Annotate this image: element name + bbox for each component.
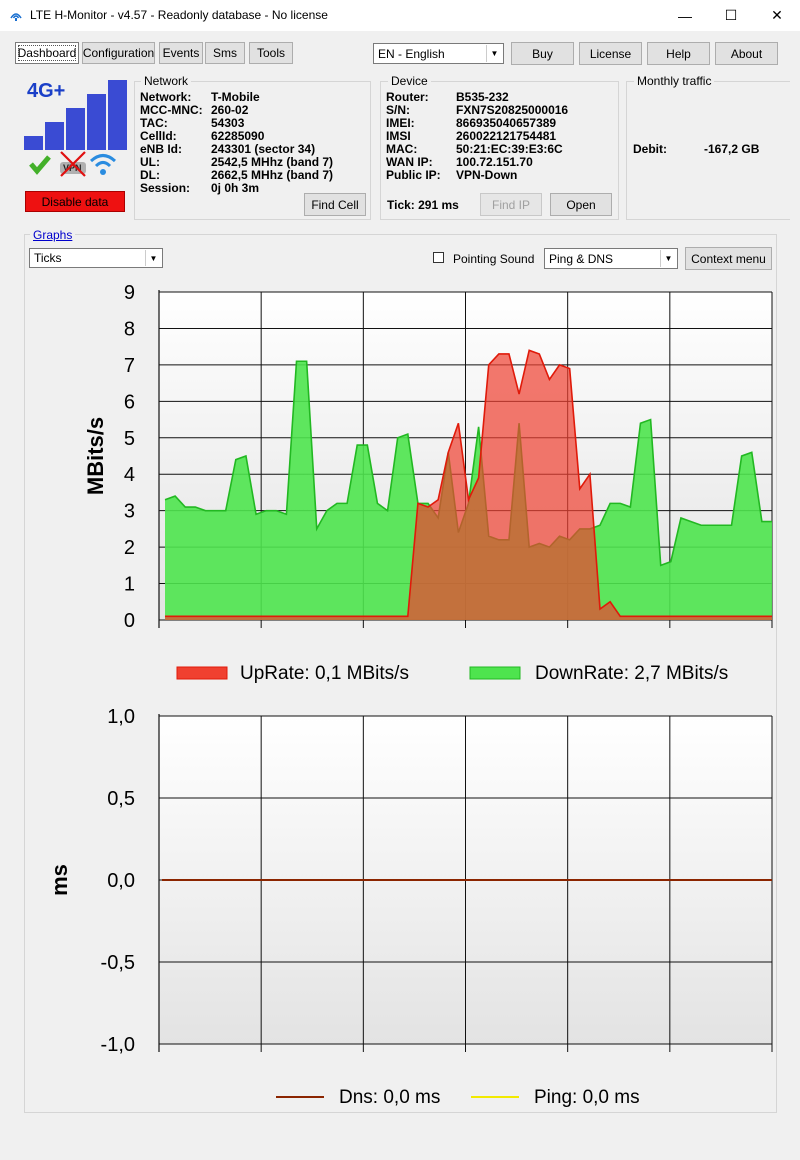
network-key: UL: — [140, 155, 160, 169]
ping-dns-chart: -1,0 -0,5 0,0 0,5 1,0 ms Dns: 0,0 ms Ping: 0,0 … — [47, 706, 773, 1108]
device-key: Public IP: — [386, 168, 441, 182]
license-button[interactable]: License — [579, 42, 642, 65]
y-axis-label: MBits/s — [83, 417, 108, 495]
y-tick-label: 6 — [124, 391, 135, 413]
close-button[interactable]: ✕ — [754, 0, 800, 31]
device-key: MAC: — [386, 142, 418, 156]
network-key: TAC: — [140, 116, 168, 130]
close-icon: ✕ — [771, 7, 783, 23]
window-title: LTE H-Monitor - v4.57 - Readonly databas… — [30, 8, 328, 22]
check-icon — [29, 155, 51, 175]
tab-events[interactable]: Events — [159, 42, 203, 64]
maximize-icon: ☐ — [724, 7, 738, 23]
traffic-chart: 0 1 2 3 4 5 6 7 8 9 MBits/s UpRate: 0,1 MBits/s Down… — [83, 282, 773, 684]
legend-downrate: DownRate: 2,7 MBits/s — [535, 663, 728, 684]
debit-label: Debit: — [633, 142, 667, 156]
about-button[interactable]: About — [715, 42, 778, 65]
y-tick-label: 9 — [124, 282, 135, 304]
device-value: VPN-Down — [456, 168, 518, 182]
disable-data-button[interactable]: Disable data — [25, 191, 125, 212]
pointing-sound-checkbox[interactable] — [433, 252, 444, 263]
network-value: 0j 0h 3m — [211, 181, 260, 195]
y-tick-label: 8 — [124, 318, 135, 340]
wifi-icon — [89, 154, 117, 175]
title-bar: LTE H-Monitor - v4.57 - Readonly databas… — [0, 0, 800, 31]
y-tick-label: 4 — [124, 464, 135, 486]
network-group-label: Network — [141, 74, 192, 88]
y-tick-label: 5 — [124, 428, 135, 450]
tab-sms[interactable]: Sms — [205, 42, 245, 64]
signal-bar — [45, 122, 64, 150]
signal-bar — [24, 136, 43, 150]
y-tick-label: 2 — [124, 537, 135, 559]
signal-bar — [66, 108, 85, 150]
help-button[interactable]: Help — [647, 42, 710, 65]
device-group-label: Device — [388, 74, 431, 88]
device-row: Public IP: VPN-Down — [386, 168, 517, 182]
chevron-down-icon: ▼ — [486, 45, 502, 62]
app-icon — [10, 13, 22, 21]
network-key: Network: — [140, 90, 192, 104]
legend-dns: Dns: 0,0 ms — [339, 1087, 440, 1108]
signal-bars-icon — [24, 80, 127, 150]
device-key: IMSI — [386, 129, 411, 143]
context-menu-button[interactable]: Context menu — [685, 247, 772, 270]
minimize-icon: — — [678, 7, 692, 24]
network-key: eNB Id: — [140, 142, 182, 156]
y-tick-label: 7 — [124, 355, 135, 377]
ticks-select-value: Ticks — [34, 251, 62, 265]
network-key: DL: — [140, 168, 160, 182]
y-tick-label: -1,0 — [101, 1034, 135, 1056]
network-key: Session: — [140, 181, 191, 195]
find-ip-button[interactable]: Find IP — [480, 193, 542, 216]
ping-dns-select-value: Ping & DNS — [549, 251, 614, 266]
language-select[interactable]: EN - English ▼ — [373, 43, 504, 64]
legend-swatch-downrate — [469, 666, 521, 680]
legend-swatch-uprate — [176, 666, 228, 680]
vpn-disabled-cross-icon — [60, 151, 86, 177]
device-key: Router: — [386, 90, 429, 104]
signal-bar — [87, 94, 106, 150]
debit-value: -167,2 GB — [704, 142, 760, 156]
y-tick-label: 0,5 — [107, 788, 135, 810]
tab-configuration[interactable]: Configuration — [82, 42, 155, 64]
y-tick-label: 0,0 — [107, 870, 135, 892]
vpn-icon: VPN — [58, 150, 88, 178]
y-tick-label: 0 — [124, 610, 135, 632]
chevron-down-icon: ▼ — [660, 250, 676, 267]
network-key: CellId: — [140, 129, 177, 143]
language-value: EN - English — [378, 46, 445, 61]
signal-bar — [108, 80, 127, 150]
y-tick-label: 1,0 — [107, 706, 135, 728]
device-key: IMEI: — [386, 116, 415, 130]
device-key: S/N: — [386, 103, 410, 117]
minimize-button[interactable]: — — [662, 0, 708, 31]
network-row: Session: 0j 0h 3m — [140, 181, 259, 195]
tab-tools[interactable]: Tools — [249, 42, 293, 64]
open-button[interactable]: Open — [550, 193, 612, 216]
network-key: MCC-MNC: — [140, 103, 203, 117]
pointing-sound-label: Pointing Sound — [453, 252, 535, 266]
y-tick-label: -0,5 — [101, 952, 135, 974]
y-axis-label: ms — [47, 864, 72, 896]
y-tick-label: 1 — [124, 574, 135, 596]
maximize-button[interactable]: ☐ — [708, 0, 754, 31]
ping-dns-select[interactable]: Ping & DNS ▼ — [544, 248, 678, 269]
legend-ping: Ping: 0,0 ms — [534, 1087, 640, 1108]
tick-label: Tick: 291 ms — [387, 198, 459, 212]
traffic-group-label: Monthly traffic — [634, 74, 715, 88]
device-key: WAN IP: — [386, 155, 433, 169]
find-cell-button[interactable]: Find Cell — [304, 193, 366, 216]
ticks-select[interactable]: Ticks ▼ — [29, 248, 163, 268]
tab-dashboard[interactable]: Dashboard — [15, 42, 79, 64]
legend-uprate: UpRate: 0,1 MBits/s — [240, 663, 409, 684]
graphs-link[interactable]: Graphs — [30, 228, 76, 242]
buy-button[interactable]: Buy — [511, 42, 574, 65]
chevron-down-icon: ▼ — [145, 250, 161, 266]
y-tick-label: 3 — [124, 501, 135, 523]
